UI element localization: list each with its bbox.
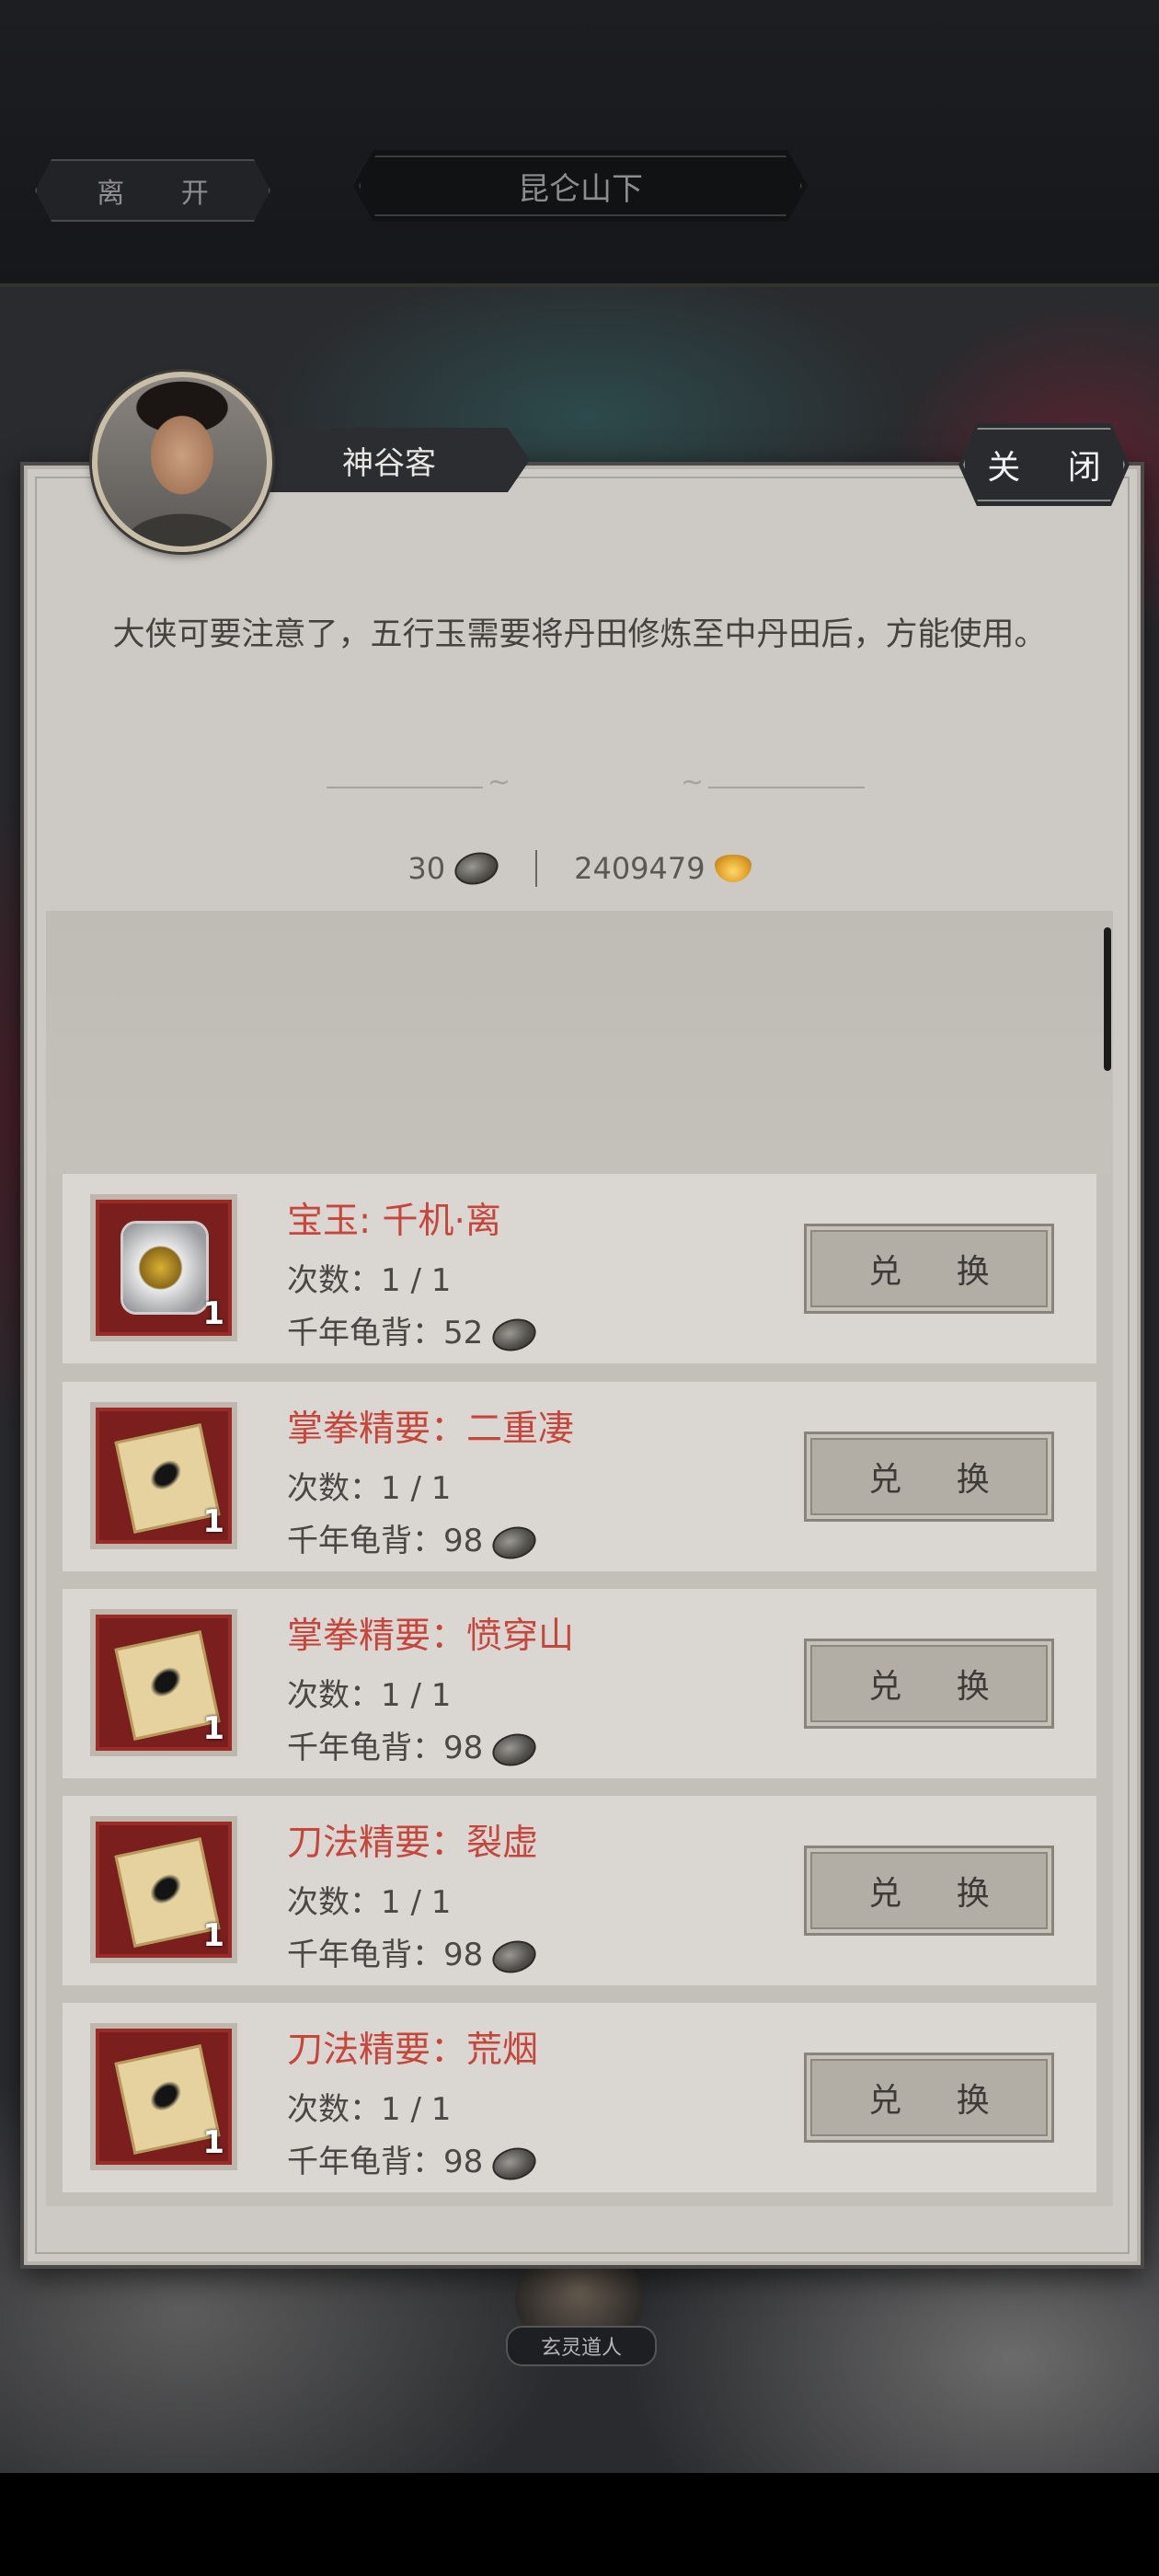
- list-item: 1 掌拳精要：愤穿山 次数：1 / 1 千年龟背：98 兑 换: [63, 1589, 1096, 1778]
- turtle-shell-icon: [488, 1521, 540, 1564]
- list-item: 1 宝玉: 千机·离 次数：1 / 1 千年龟背：52 兑 换: [63, 1174, 1096, 1363]
- exchange-button[interactable]: 兑 换: [804, 2053, 1054, 2143]
- exchange-button[interactable]: 兑 换: [804, 1639, 1054, 1729]
- turtle-shell-icon: [488, 1728, 540, 1771]
- turtle-shell-icon: [488, 1935, 540, 1978]
- list-item: 1 刀法精要：荒烟 次数：1 / 1 千年龟背：98 兑 换: [63, 2003, 1096, 2192]
- item-name: 宝玉: 千机·离: [287, 1201, 501, 1242]
- divider-ornament-left: [327, 766, 511, 799]
- item-exchange-count: 次数：1 / 1: [287, 2091, 452, 2128]
- item-icon-frame[interactable]: 1: [90, 1816, 237, 1963]
- item-name: 掌拳精要：愤穿山: [287, 1616, 575, 1657]
- item-name: 刀法精要：裂虚: [287, 1823, 539, 1864]
- item-quantity: 1: [202, 1295, 224, 1332]
- list-scrollbar[interactable]: [1104, 927, 1111, 1071]
- exchange-button[interactable]: 兑 换: [804, 1432, 1054, 1522]
- list-empty-area: [46, 911, 1113, 1173]
- item-cost-text: 千年龟背：52: [287, 1315, 484, 1351]
- item-cost: 千年龟背：98: [287, 1929, 540, 1978]
- item-icon-frame[interactable]: 1: [90, 2023, 237, 2170]
- item-exchange-count: 次数：1 / 1: [287, 1677, 452, 1714]
- item-cost-text: 千年龟背：98: [287, 1730, 484, 1766]
- dialog-message: 大侠可要注意了，五行玉需要将丹田修炼至中丹田后，方能使用。: [112, 616, 1047, 653]
- item-exchange-count: 次数：1 / 1: [287, 1884, 452, 1921]
- item-quantity: 1: [202, 2124, 224, 2161]
- turtle-shell-icon: [488, 1313, 540, 1356]
- item-name: 掌拳精要：二重凄: [287, 1409, 575, 1450]
- exchange-button[interactable]: 兑 换: [804, 1224, 1054, 1314]
- item-cost: 千年龟背：52: [287, 1307, 540, 1356]
- gold-ingot-icon: [714, 855, 752, 882]
- item-cost: 千年龟背：98: [287, 2136, 540, 2185]
- item-cost: 千年龟背：98: [287, 1722, 540, 1771]
- jade-orb-icon: [123, 1224, 206, 1312]
- close-button[interactable]: 关 闭: [958, 423, 1130, 506]
- npc-avatar: [92, 372, 272, 552]
- divider-ornament-right: [681, 766, 865, 799]
- item-cost-text: 千年龟背：98: [287, 1937, 484, 1973]
- item-exchange-count: 次数：1 / 1: [287, 1262, 452, 1299]
- item-cost-text: 千年龟背：98: [287, 1523, 484, 1559]
- item-quantity: 1: [202, 1503, 224, 1540]
- item-cost-text: 千年龟背：98: [287, 2144, 484, 2180]
- item-icon-frame[interactable]: 1: [90, 1609, 237, 1756]
- leave-button[interactable]: 离 开: [35, 159, 270, 222]
- list-item: 1 刀法精要：裂虚 次数：1 / 1 千年龟背：98 兑 换: [63, 1796, 1096, 1985]
- list-item: 1 掌拳精要：二重凄 次数：1 / 1 千年龟背：98 兑 换: [63, 1382, 1096, 1571]
- top-bar: 离 开 昆仑山下: [0, 0, 1159, 287]
- npc-name-plate: 神谷客: [248, 428, 530, 492]
- location-title: 昆仑山下: [353, 150, 808, 222]
- item-cost: 千年龟背：98: [287, 1515, 540, 1564]
- item-exchange-count: 次数：1 / 1: [287, 1470, 452, 1507]
- turtle-shell-icon: [451, 847, 502, 890]
- shell-count: 30: [407, 851, 446, 886]
- item-name: 刀法精要：荒烟: [287, 2030, 539, 2071]
- exchange-button[interactable]: 兑 换: [804, 1846, 1054, 1936]
- gold-count: 2409479: [574, 851, 706, 886]
- currency-separator: [535, 850, 538, 887]
- item-quantity: 1: [202, 1710, 224, 1747]
- bottom-letterbox: [0, 2473, 1159, 2576]
- turtle-shell-icon: [488, 2142, 540, 2185]
- npc-name-label-background[interactable]: 玄灵道人: [506, 2326, 657, 2366]
- item-icon-frame[interactable]: 1: [90, 1194, 237, 1341]
- currency-row: 30 2409479: [0, 841, 1159, 896]
- item-icon-frame[interactable]: 1: [90, 1402, 237, 1549]
- item-quantity: 1: [202, 1917, 224, 1954]
